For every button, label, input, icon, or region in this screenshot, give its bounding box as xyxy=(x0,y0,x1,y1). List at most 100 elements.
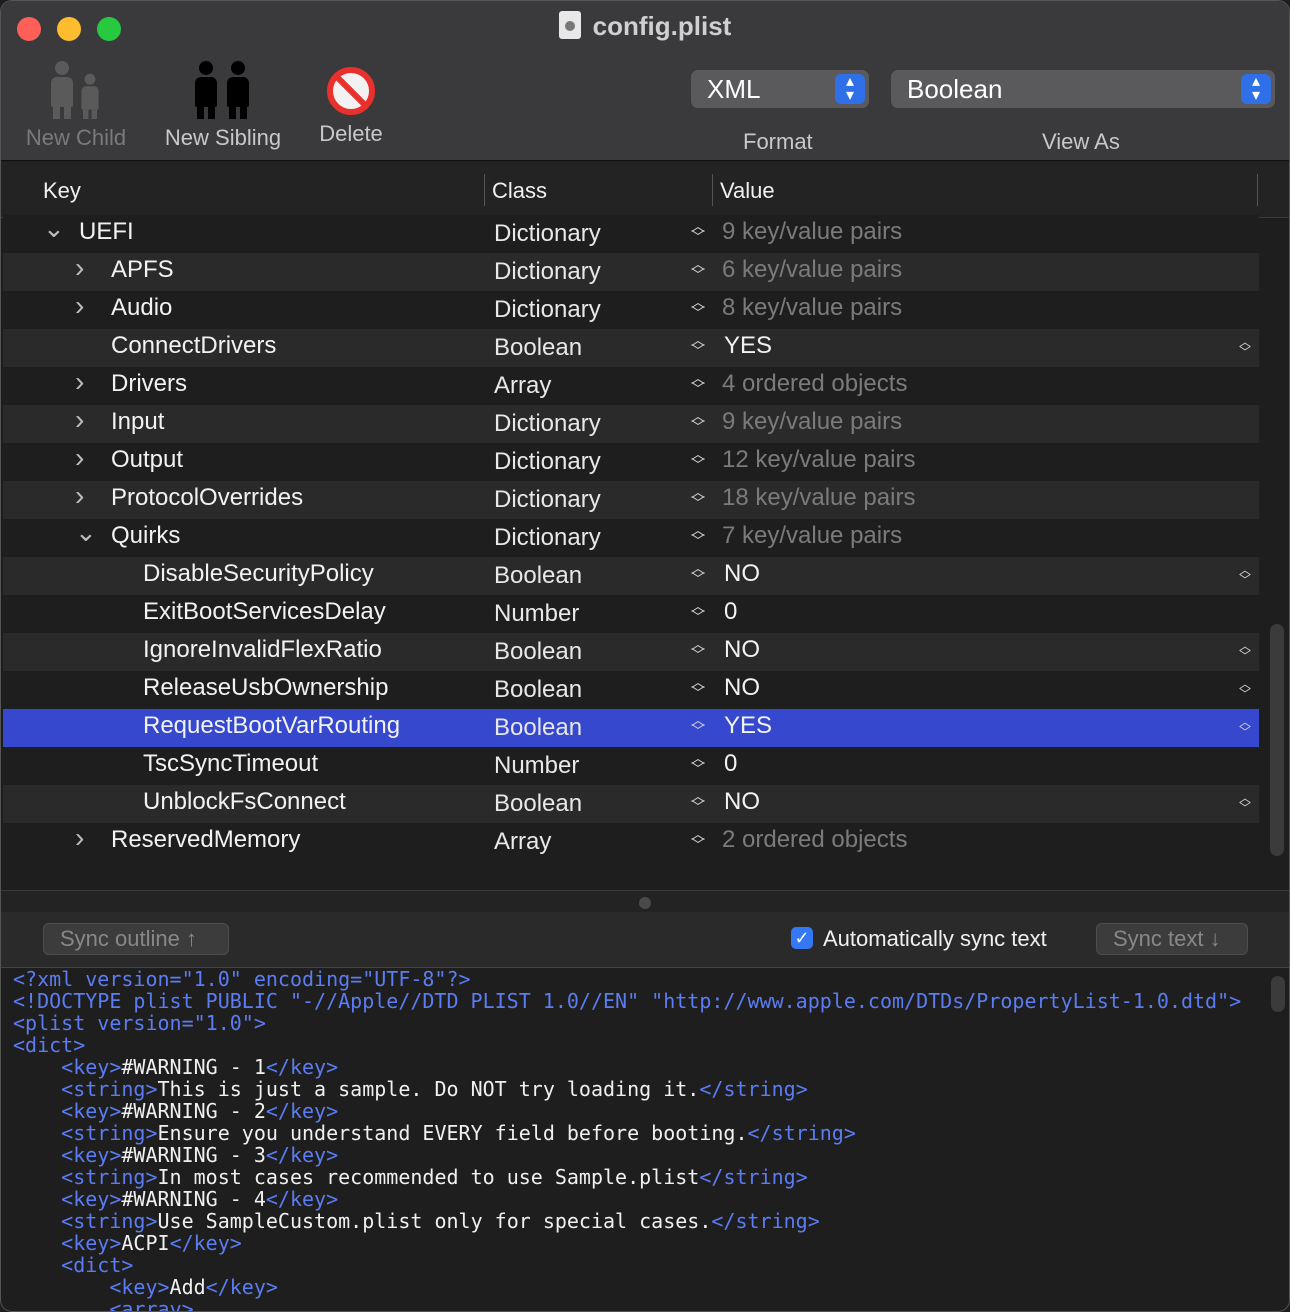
outline-row[interactable]: › Audio Dictionary ︿ ﹀ 8 key/value pairs xyxy=(3,290,1259,329)
class-stepper-icon[interactable]: ︿ ﹀ xyxy=(691,333,705,358)
outline-row[interactable]: ReleaseUsbOwnership Boolean ︿ ﹀ NO ︿ ﹀ xyxy=(3,671,1259,709)
new-child-button[interactable]: New Child xyxy=(21,59,131,151)
disclosure-expanded-icon[interactable]: ⌄ xyxy=(75,517,97,548)
row-class[interactable]: Number xyxy=(494,600,579,628)
row-value[interactable]: NO xyxy=(724,636,760,664)
xml-line[interactable]: <string>In most cases recommended to use… xyxy=(13,1166,1241,1188)
row-class[interactable]: Boolean xyxy=(494,714,582,742)
row-class[interactable]: Boolean xyxy=(494,334,582,362)
outline-scrollbar[interactable] xyxy=(1270,624,1284,856)
row-class[interactable]: Boolean xyxy=(494,676,582,704)
outline-row[interactable]: ⌄ UEFI Dictionary ︿ ﹀ 9 key/value pairs xyxy=(3,213,1259,253)
row-value[interactable]: YES xyxy=(724,712,772,740)
outline-row[interactable]: IgnoreInvalidFlexRatio Boolean ︿ ﹀ NO ︿ ﹀ xyxy=(3,633,1259,671)
row-class[interactable]: Array xyxy=(494,828,551,856)
row-value[interactable]: 9 key/value pairs xyxy=(722,408,902,436)
row-value[interactable]: 0 xyxy=(724,598,737,626)
row-value[interactable]: 9 key/value pairs xyxy=(722,218,902,246)
class-stepper-icon[interactable]: ︿ ﹀ xyxy=(691,485,705,510)
row-value[interactable]: 7 key/value pairs xyxy=(722,522,902,550)
outline-row[interactable]: › ProtocolOverrides Dictionary ︿ ﹀ 18 key/val… xyxy=(3,480,1259,519)
xml-line[interactable]: <key>#WARNING - 3</key> xyxy=(13,1144,1241,1166)
class-stepper-icon[interactable]: ︿ ﹀ xyxy=(691,257,705,282)
class-stepper-icon[interactable]: ︿ ﹀ xyxy=(691,827,705,852)
class-stepper-icon[interactable]: ︿ ﹀ xyxy=(691,371,705,396)
row-value[interactable]: 0 xyxy=(724,750,737,778)
row-class[interactable]: Dictionary xyxy=(494,486,601,514)
disclosure-collapsed-icon[interactable]: › xyxy=(75,366,84,398)
row-key[interactable]: Drivers xyxy=(111,370,187,398)
sync-text-button[interactable]: Sync text ↓ xyxy=(1096,923,1248,955)
class-stepper-icon[interactable]: ︿ ﹀ xyxy=(691,409,705,434)
class-stepper-icon[interactable]: ︿ ﹀ xyxy=(691,637,705,662)
row-key[interactable]: ConnectDrivers xyxy=(111,332,276,360)
disclosure-collapsed-icon[interactable]: › xyxy=(75,442,84,474)
value-popup-icon[interactable]: ︿ ﹀ xyxy=(1239,564,1251,586)
xml-line[interactable]: <array> xyxy=(13,1298,1241,1311)
outline-row[interactable]: › APFS Dictionary ︿ ﹀ 6 key/value pairs xyxy=(3,252,1259,291)
row-key[interactable]: DisableSecurityPolicy xyxy=(143,560,374,588)
outline-row[interactable]: RequestBootVarRouting Boolean ︿ ﹀ YES ︿ ﹀ xyxy=(3,709,1259,747)
xml-line[interactable]: <string>Use SampleCustom.plist only for … xyxy=(13,1210,1241,1232)
row-key[interactable]: Output xyxy=(111,446,183,474)
column-header-value[interactable]: Value xyxy=(720,178,775,204)
row-key[interactable]: ReleaseUsbOwnership xyxy=(143,674,388,702)
class-stepper-icon[interactable]: ︿ ﹀ xyxy=(691,751,705,776)
outline-row[interactable]: TscSyncTimeout Number ︿ ﹀ 0 xyxy=(3,747,1259,785)
class-stepper-icon[interactable]: ︿ ﹀ xyxy=(691,523,705,548)
sync-outline-button[interactable]: Sync outline ↑ xyxy=(43,923,229,955)
xml-line[interactable]: <dict> xyxy=(13,1254,1241,1276)
delete-button[interactable]: Delete xyxy=(311,59,391,147)
value-popup-icon[interactable]: ︿ ﹀ xyxy=(1239,716,1251,738)
class-stepper-icon[interactable]: ︿ ﹀ xyxy=(691,219,705,244)
xml-line[interactable]: <key>Add</key> xyxy=(13,1276,1241,1298)
column-header-key[interactable]: Key xyxy=(43,178,81,204)
xml-line[interactable]: <string>Ensure you understand EVERY fiel… xyxy=(13,1122,1241,1144)
row-key[interactable]: UnblockFsConnect xyxy=(143,788,346,816)
row-key[interactable]: ExitBootServicesDelay xyxy=(143,598,386,626)
class-stepper-icon[interactable]: ︿ ﹀ xyxy=(691,599,705,624)
outline-row[interactable]: › Input Dictionary ︿ ﹀ 9 key/value pairs xyxy=(3,404,1259,443)
auto-sync-label[interactable]: Automatically sync text xyxy=(823,926,1047,952)
xml-line[interactable]: <!DOCTYPE plist PUBLIC "-//Apple//DTD PL… xyxy=(13,990,1241,1012)
row-value[interactable]: 18 key/value pairs xyxy=(722,484,915,512)
outline-row[interactable]: UnblockFsConnect Boolean ︿ ﹀ NO ︿ ﹀ xyxy=(3,785,1259,823)
outline-row[interactable]: ExitBootServicesDelay Number ︿ ﹀ 0 xyxy=(3,595,1259,633)
value-popup-icon[interactable]: ︿ ﹀ xyxy=(1239,678,1251,700)
xml-line[interactable]: <key>#WARNING - 1</key> xyxy=(13,1056,1241,1078)
value-popup-icon[interactable]: ︿ ﹀ xyxy=(1239,336,1251,358)
row-class[interactable]: Dictionary xyxy=(494,410,601,438)
xml-text-editor[interactable]: <?xml version="1.0" encoding="UTF-8"?> <!… xyxy=(1,968,1289,1311)
outline-row[interactable]: › Output Dictionary ︿ ﹀ 12 key/value pairs xyxy=(3,442,1259,481)
row-class[interactable]: Dictionary xyxy=(494,296,601,324)
row-key[interactable]: Audio xyxy=(111,294,172,322)
view-as-popup[interactable]: Boolean ▴ ▾ xyxy=(891,70,1275,108)
row-class[interactable]: Dictionary xyxy=(494,258,601,286)
disclosure-expanded-icon[interactable]: ⌄ xyxy=(43,213,65,244)
outline-row[interactable]: DisableSecurityPolicy Boolean ︿ ﹀ NO ︿ ﹀ xyxy=(3,557,1259,595)
xml-line[interactable]: <key>#WARNING - 2</key> xyxy=(13,1100,1241,1122)
row-key[interactable]: ProtocolOverrides xyxy=(111,484,303,512)
xml-line[interactable]: <dict> xyxy=(13,1034,1241,1056)
row-key[interactable]: Quirks xyxy=(111,522,180,550)
row-value[interactable]: 6 key/value pairs xyxy=(722,256,902,284)
row-class[interactable]: Array xyxy=(494,372,551,400)
row-value[interactable]: 4 ordered objects xyxy=(722,370,907,398)
row-key[interactable]: TscSyncTimeout xyxy=(143,750,318,778)
xml-source[interactable]: <?xml version="1.0" encoding="UTF-8"?> <!… xyxy=(13,968,1241,1311)
row-value[interactable]: NO xyxy=(724,560,760,588)
row-value[interactable]: YES xyxy=(724,332,772,360)
row-value[interactable]: 2 ordered objects xyxy=(722,826,907,854)
split-view-divider[interactable] xyxy=(1,890,1289,912)
row-class[interactable]: Boolean xyxy=(494,562,582,590)
disclosure-collapsed-icon[interactable]: › xyxy=(75,822,84,854)
class-stepper-icon[interactable]: ︿ ﹀ xyxy=(691,447,705,472)
outline-row[interactable]: ConnectDrivers Boolean ︿ ﹀ YES ︿ ﹀ xyxy=(3,329,1259,367)
disclosure-collapsed-icon[interactable]: › xyxy=(75,252,84,284)
row-key[interactable]: UEFI xyxy=(79,218,134,246)
disclosure-collapsed-icon[interactable]: › xyxy=(75,290,84,322)
format-popup[interactable]: XML ▴ ▾ xyxy=(691,70,869,108)
class-stepper-icon[interactable]: ︿ ﹀ xyxy=(691,713,705,738)
row-class[interactable]: Dictionary xyxy=(494,220,601,248)
value-popup-icon[interactable]: ︿ ﹀ xyxy=(1239,792,1251,814)
